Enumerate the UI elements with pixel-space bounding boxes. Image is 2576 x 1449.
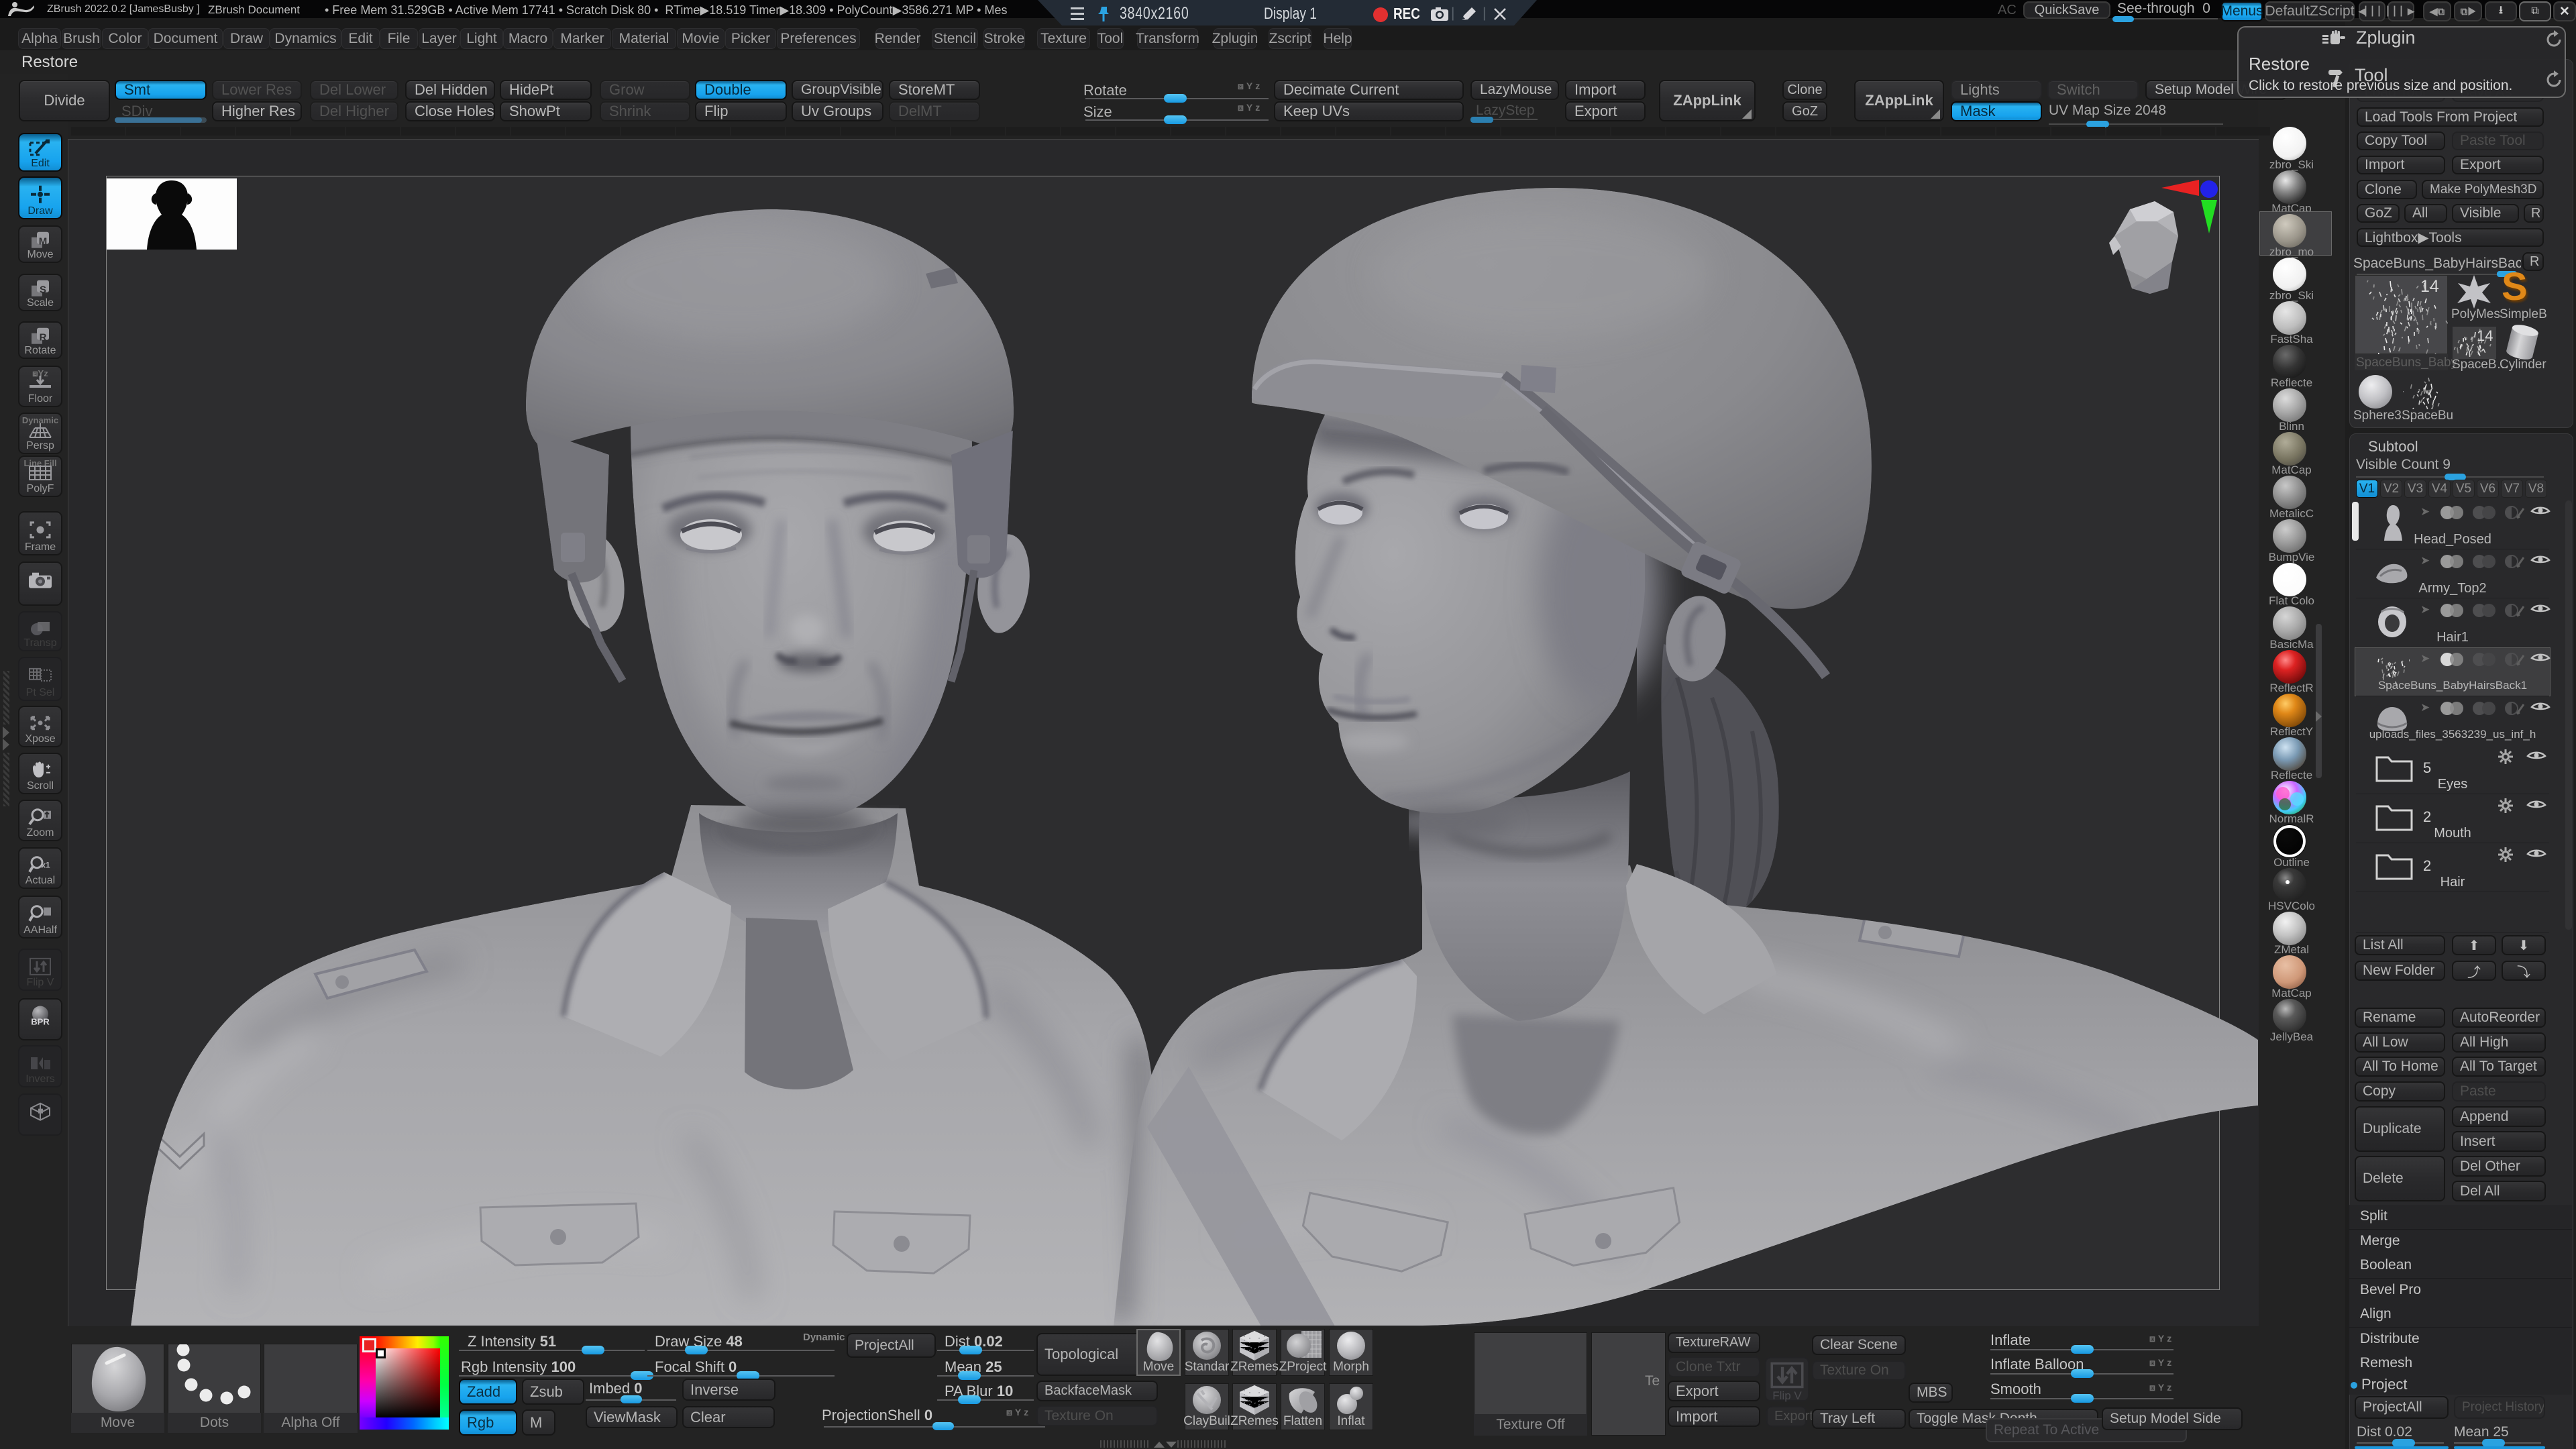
svg-text:R: R [40,332,47,343]
svg-text:M: M [39,236,48,248]
svg-text:x1: x1 [41,861,50,870]
svg-text:S: S [40,284,46,296]
svg-text:BPR: BPR [31,1016,50,1026]
